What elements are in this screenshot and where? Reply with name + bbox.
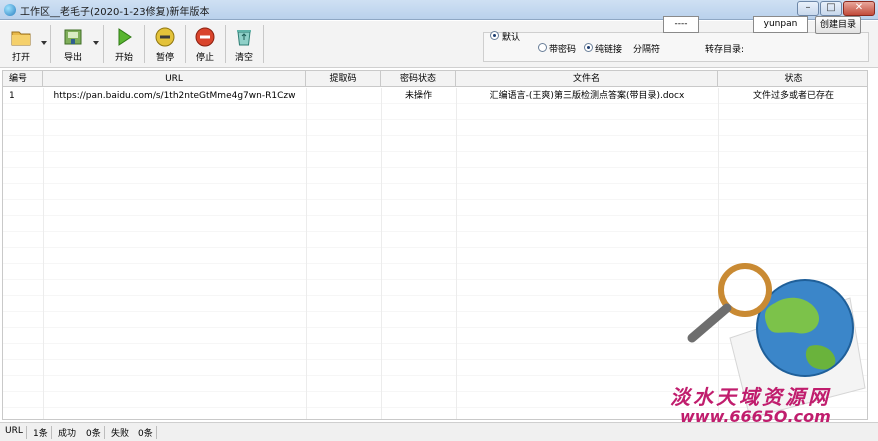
status-url-count: 1条 (33, 429, 48, 439)
status-success-label: 成功 (58, 429, 77, 439)
toolbar: 打开 导出 开始 暂停 停止 清空 默认 带密码 纯链接 分隔符 (0, 21, 878, 68)
column-header-url[interactable]: URL (43, 71, 306, 87)
clear-label: 清空 (234, 53, 253, 63)
column-header-id[interactable]: 编号 (3, 71, 43, 87)
window-title: 工作区__老毛子(2020-1-23修复)新年版本 (20, 7, 210, 18)
column-header-filename[interactable]: 文件名 (456, 71, 718, 87)
status-divider (26, 426, 27, 439)
pure-link-radio[interactable] (584, 43, 593, 52)
pure-link-label: 纯链接 (595, 45, 623, 55)
export-button[interactable]: 导出 (56, 23, 90, 65)
open-button[interactable]: 打开 (4, 23, 38, 65)
row-id: 1 (9, 91, 15, 101)
row-pwd-status: 未操作 (404, 91, 432, 101)
minimize-button[interactable]: – (797, 1, 819, 16)
export-icon (64, 29, 82, 45)
toolbar-divider (50, 25, 51, 63)
app-icon (4, 4, 16, 16)
stop-button[interactable]: 停止 (189, 23, 221, 65)
column-divider (306, 88, 307, 419)
save-dir-label: 转存目录: (705, 45, 745, 55)
open-label: 打开 (11, 53, 30, 63)
default-radio[interactable] (490, 31, 499, 40)
open-dropdown-arrow-icon[interactable] (41, 41, 47, 45)
status-bar: URL 1条 成功 0条 失败 0条 (0, 422, 878, 441)
status-fail-count: 0条 (138, 429, 153, 439)
default-label: 默认 (502, 33, 521, 43)
with-code-label: 带密码 (549, 45, 577, 55)
save-dir-input[interactable]: yunpan (753, 16, 808, 33)
column-header-status[interactable]: 状态 (718, 71, 867, 87)
export-label: 导出 (63, 53, 82, 63)
row-status: 文件过多或者已存在 (752, 91, 834, 101)
maximize-button[interactable]: □ (820, 1, 842, 16)
watermark-title: 淡水天域资源网 (670, 385, 831, 409)
toolbar-divider (263, 25, 264, 63)
status-divider (51, 426, 52, 439)
clear-button[interactable]: 清空 (229, 23, 259, 65)
row-url: https://pan.baidu.com/s/1th2nteGtMme4g7w… (53, 91, 296, 101)
recycle-bin-icon (237, 30, 251, 46)
toolbar-divider (103, 25, 104, 63)
separator-label: 分隔符 (633, 45, 661, 55)
column-divider (381, 88, 382, 419)
column-header-pwd-status[interactable]: 密码状态 (381, 71, 456, 87)
row-filename: 汇编语言-(王爽)第三版检测点答案(带目录).docx (489, 91, 685, 101)
folder-icon (11, 31, 31, 46)
separator-input[interactable]: ---- (663, 16, 699, 33)
toolbar-divider (185, 25, 186, 63)
close-button[interactable]: ✕ (843, 1, 875, 16)
status-fail-label: 失败 (111, 429, 130, 439)
start-label: 开始 (114, 53, 133, 63)
toolbar-divider (225, 25, 226, 63)
column-divider (456, 88, 457, 419)
status-success-count: 0条 (86, 429, 101, 439)
status-url-label: URL (5, 426, 23, 436)
pause-icon (155, 27, 175, 47)
play-icon (118, 28, 132, 46)
row-code (306, 88, 381, 104)
pause-label: 暂停 (155, 53, 174, 63)
stop-label: 停止 (195, 53, 214, 63)
title-bar: 工作区__老毛子(2020-1-23修复)新年版本 – □ ✕ (0, 0, 878, 20)
start-button[interactable]: 开始 (108, 23, 140, 65)
status-divider (156, 426, 157, 439)
create-dir-button[interactable]: 创建目录 (815, 16, 861, 34)
export-dropdown-arrow-icon[interactable] (93, 41, 99, 45)
toolbar-divider (144, 25, 145, 63)
with-code-radio[interactable] (538, 43, 547, 52)
stop-icon (195, 27, 215, 47)
column-header-code[interactable]: 提取码 (306, 71, 381, 87)
column-divider (43, 88, 44, 419)
status-divider (104, 426, 105, 439)
table-header: 编号 URL 提取码 密码状态 文件名 状态 (3, 71, 867, 87)
pause-button[interactable]: 暂停 (149, 23, 181, 65)
